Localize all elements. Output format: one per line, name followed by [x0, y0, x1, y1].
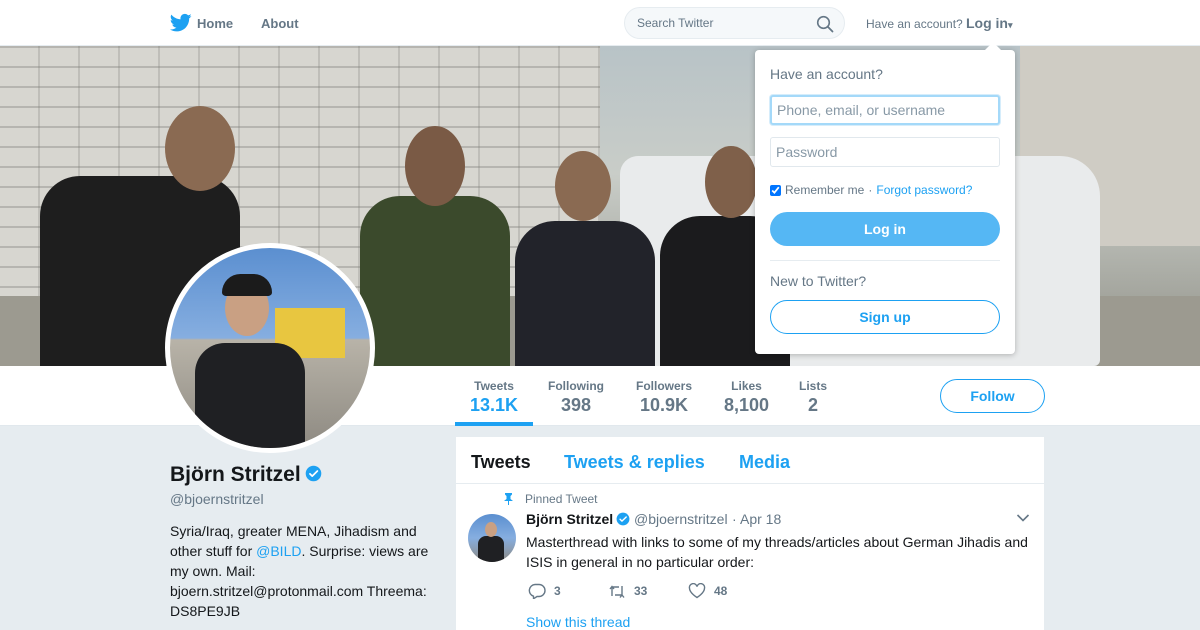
avatar-body — [195, 343, 305, 448]
heart-icon — [688, 583, 706, 599]
banner-head — [165, 106, 235, 191]
tweet-author-name[interactable]: Björn Stritzel — [526, 511, 613, 527]
reply-count: 3 — [554, 584, 561, 598]
timeline-tabs: Tweets Tweets & replies Media — [456, 437, 1044, 484]
bio-mention-link[interactable]: @BILD — [256, 543, 301, 559]
signup-button[interactable]: Sign up — [770, 300, 1000, 334]
nav-home-link[interactable]: Home — [197, 16, 233, 31]
timeline: Tweets Tweets & replies Media Pinned Twe… — [456, 437, 1044, 630]
tab-tweets-replies[interactable]: Tweets & replies — [564, 452, 705, 473]
stat-following[interactable]: Following 398 — [548, 379, 604, 416]
retweet-count: 33 — [634, 584, 648, 598]
banner-head — [405, 126, 465, 206]
stat-value: 10.9K — [639, 395, 689, 415]
verified-badge-icon — [616, 512, 630, 526]
reply-action[interactable]: 3 — [528, 583, 561, 599]
tweet-avatar-body — [478, 536, 504, 562]
new-to-twitter-text: New to Twitter? — [770, 273, 867, 289]
stat-label: Tweets — [474, 379, 514, 393]
tweet-avatar[interactable] — [468, 514, 516, 562]
profile-bio: Syria/Iraq, greater MENA, Jihadism and o… — [170, 521, 440, 621]
pin-icon — [504, 493, 513, 505]
tweet-author-handle[interactable]: @bjoernstritzel — [634, 511, 728, 527]
verified-badge-icon — [305, 465, 321, 482]
login-dropdown-title: Have an account? — [770, 66, 883, 82]
nav-about-link[interactable]: About — [261, 16, 299, 31]
twitter-bird-icon[interactable] — [170, 13, 192, 33]
search-box — [624, 7, 845, 39]
stat-likes[interactable]: Likes 8,100 — [724, 379, 769, 416]
tweet-avatar-face — [485, 522, 497, 537]
avatar-hair — [222, 274, 272, 296]
active-stat-underline — [455, 422, 533, 426]
password-field[interactable] — [770, 137, 1000, 167]
stat-label: Likes — [731, 379, 762, 393]
chevron-down-icon[interactable] — [1016, 513, 1030, 523]
login-toggle-label: Log in — [966, 15, 1008, 31]
tweet-text: Masterthread with links to some of my th… — [526, 534, 1028, 570]
banner-head — [705, 146, 757, 218]
like-action[interactable]: 48 — [688, 583, 727, 599]
profile-handle[interactable]: @bjoernstritzel — [170, 491, 264, 507]
tweet-separator: · — [732, 511, 737, 527]
tab-tweets[interactable]: Tweets — [471, 452, 531, 473]
profile-avatar[interactable] — [165, 243, 375, 453]
stat-label: Following — [548, 379, 604, 393]
username-field[interactable] — [770, 95, 1000, 125]
search-icon[interactable] — [816, 15, 834, 33]
show-thread-link[interactable]: Show this thread — [526, 614, 630, 630]
search-input[interactable] — [637, 16, 807, 30]
dropdown-divider — [770, 260, 1000, 261]
remember-row: Remember me · Forgot password? — [770, 183, 972, 197]
follow-button[interactable]: Follow — [940, 379, 1045, 413]
stat-followers[interactable]: Followers 10.9K — [636, 379, 692, 416]
stat-lists[interactable]: Lists 2 — [799, 379, 827, 416]
banner-head — [555, 151, 611, 221]
stat-tweets[interactable]: Tweets 13.1K — [470, 379, 518, 416]
reply-icon — [528, 583, 546, 599]
caret-down-icon: ▾ — [1008, 20, 1013, 30]
remember-separator: · — [868, 183, 873, 197]
stat-value: 13.1K — [470, 395, 519, 415]
tweet-date[interactable]: Apr 18 — [740, 511, 781, 527]
stat-label: Lists — [799, 379, 828, 393]
stat-label: Followers — [636, 379, 693, 393]
login-dropdown-toggle[interactable]: Log in▾ — [966, 15, 1013, 31]
remember-me-label[interactable]: Remember me — [785, 183, 864, 197]
have-account-text: Have an account? — [866, 17, 963, 31]
forgot-password-link[interactable]: Forgot password? — [876, 183, 972, 197]
top-nav: Home About Have an account? Log in▾ — [0, 0, 1200, 46]
login-button[interactable]: Log in — [770, 212, 1000, 246]
like-count: 48 — [714, 584, 728, 598]
profile-name[interactable]: Björn Stritzel — [170, 463, 322, 487]
login-dropdown: Have an account? Remember me · Forgot pa… — [755, 42, 1015, 354]
tab-media[interactable]: Media — [739, 452, 790, 473]
banner-person — [515, 221, 655, 366]
retweet-action[interactable]: 33 — [608, 583, 647, 599]
profile-name-text: Björn Stritzel — [170, 463, 301, 486]
remember-me-checkbox[interactable] — [770, 184, 781, 196]
banner-person — [360, 196, 510, 366]
pinned-tweet-label: Pinned Tweet — [525, 492, 598, 506]
stat-value: 8,100 — [724, 395, 770, 415]
stat-value: 2 — [808, 395, 819, 415]
retweet-icon — [609, 585, 625, 598]
stat-value: 398 — [560, 395, 592, 415]
